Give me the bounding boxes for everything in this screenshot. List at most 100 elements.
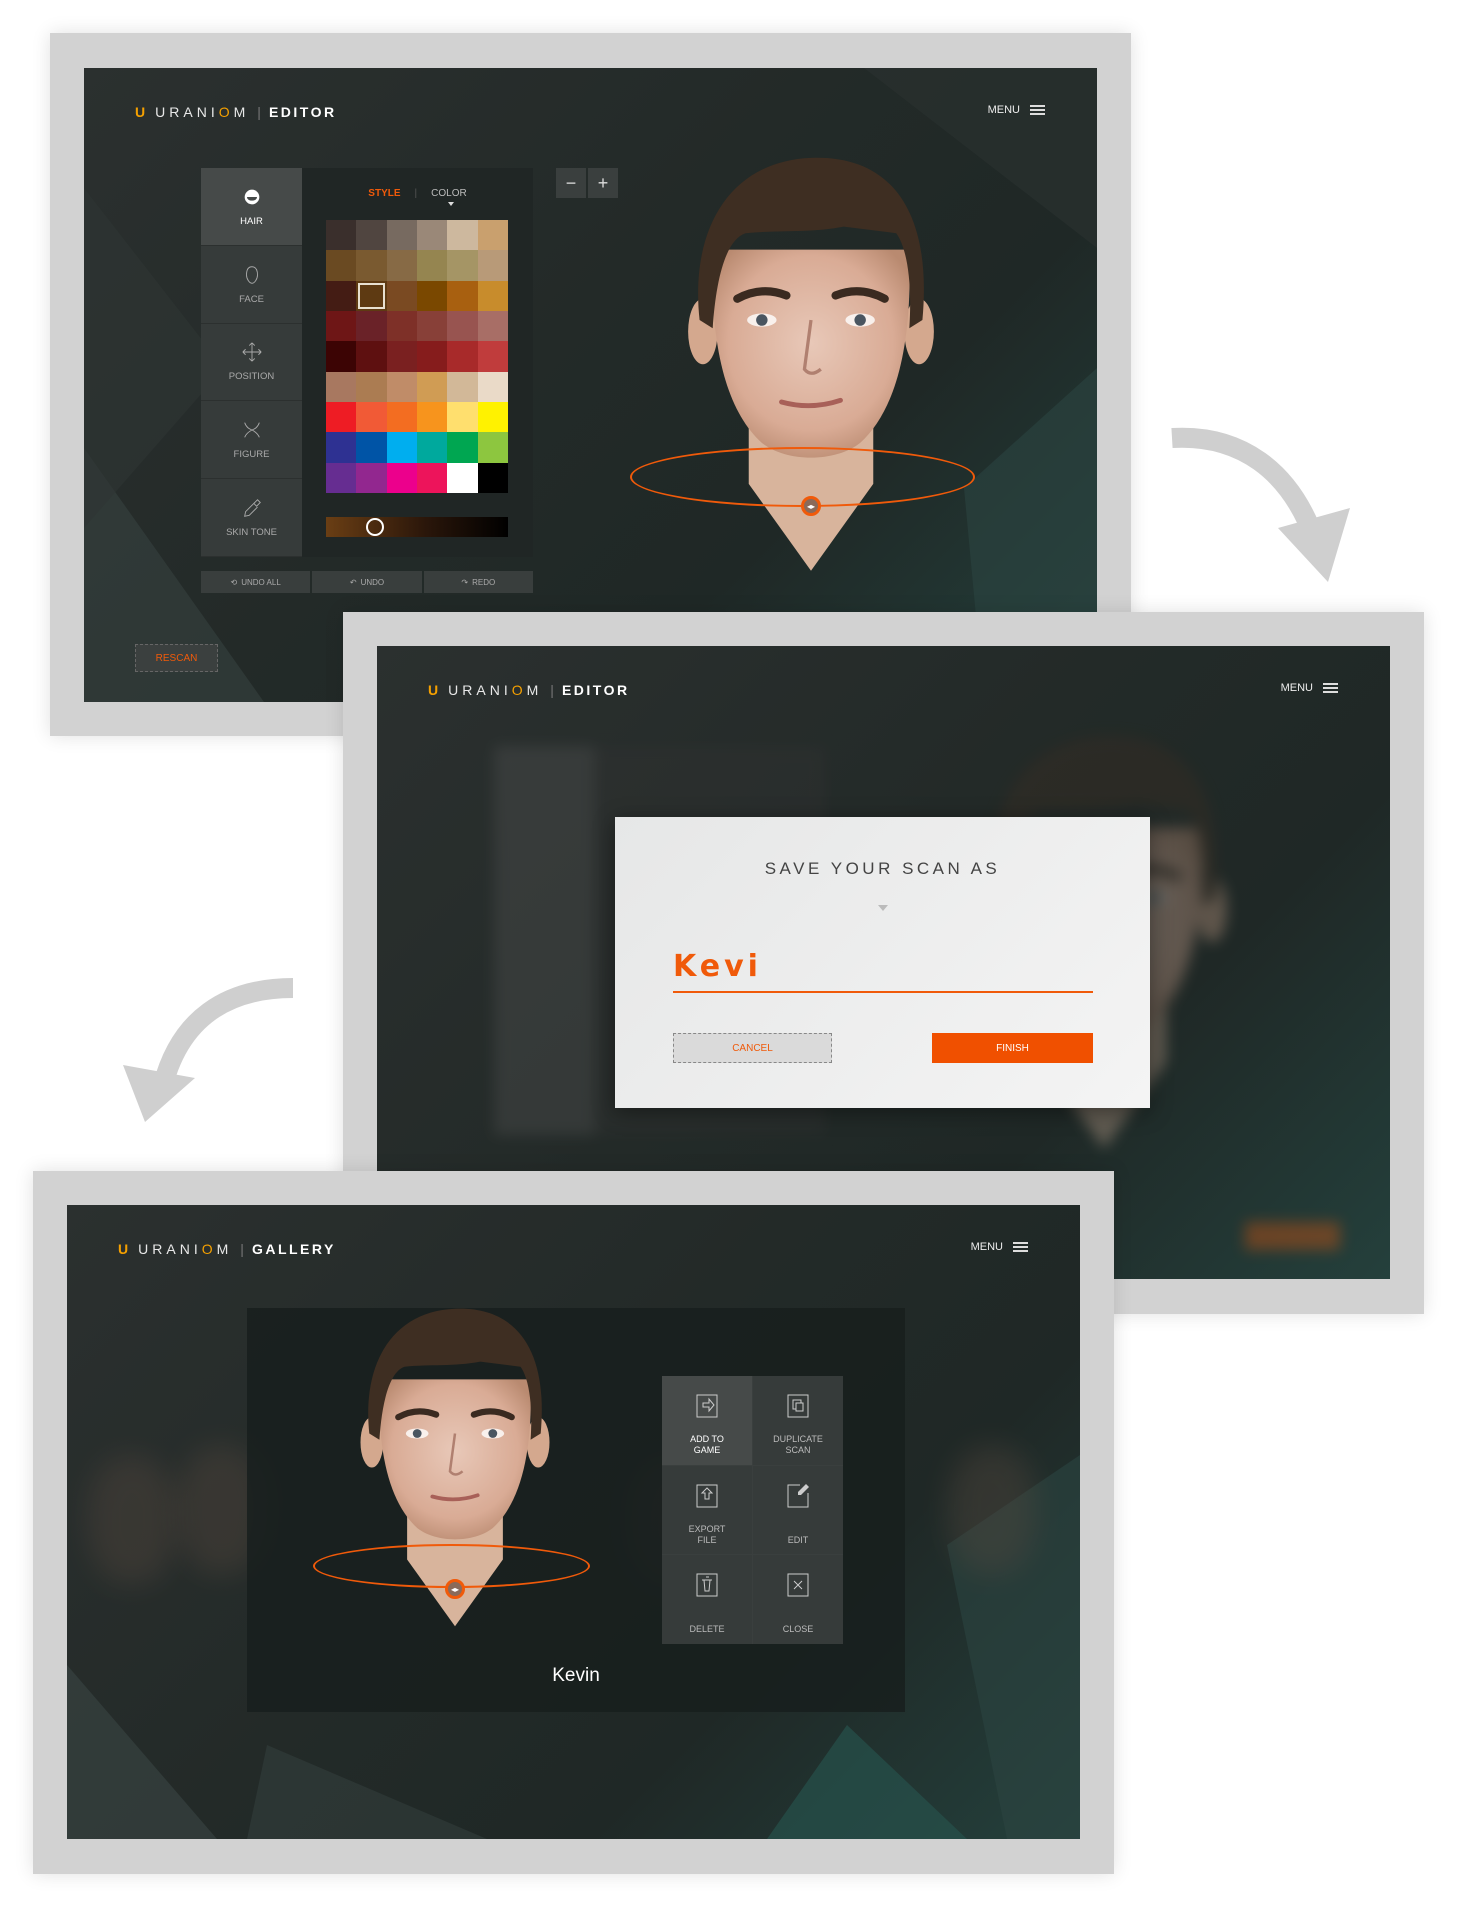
color-swatch[interactable]	[447, 402, 478, 433]
add-to-game-icon	[696, 1394, 718, 1418]
sidebar-item-figure[interactable]: FIGURE	[201, 401, 302, 480]
color-swatch[interactable]	[477, 371, 508, 402]
action-label: DUPLICATE SCAN	[773, 1434, 823, 1455]
rotate-handle[interactable]: ◂▸	[445, 1579, 465, 1599]
sidebar-item-hair[interactable]: HAIR	[201, 168, 302, 246]
color-swatch[interactable]	[386, 402, 417, 433]
finish-button[interactable]: FINISH	[932, 1033, 1093, 1063]
color-swatch[interactable]	[356, 250, 387, 281]
tab-color[interactable]: COLOR	[431, 188, 467, 199]
menu-button[interactable]: MENU	[971, 1241, 1028, 1253]
color-swatch[interactable]	[356, 280, 387, 311]
color-swatch[interactable]	[447, 371, 478, 402]
color-swatch[interactable]	[417, 220, 448, 251]
scan-name-input[interactable]	[673, 941, 1093, 993]
zoom-out-button[interactable]: −	[556, 168, 586, 198]
color-swatch[interactable]	[477, 250, 508, 281]
color-swatch[interactable]	[417, 250, 448, 281]
color-swatch[interactable]	[356, 371, 387, 402]
undo-all-button[interactable]: ⟲ UNDO ALL	[201, 571, 311, 593]
duplicate-scan-button[interactable]: DUPLICATE SCAN	[753, 1376, 843, 1465]
color-swatch[interactable]	[386, 280, 417, 311]
color-swatch[interactable]	[417, 462, 448, 493]
sidebar-item-skin-tone[interactable]: SKIN TONE	[201, 479, 302, 557]
color-swatch[interactable]	[447, 250, 478, 281]
color-swatch[interactable]	[447, 341, 478, 372]
sidebar-item-position[interactable]: POSITION	[201, 324, 302, 402]
undo-button[interactable]: ↶ UNDO	[312, 571, 422, 593]
rotate-handle[interactable]: ◂▸	[801, 496, 821, 516]
color-swatch[interactable]	[386, 462, 417, 493]
sidebar-item-face[interactable]: FACE	[201, 246, 302, 324]
color-swatch[interactable]	[447, 311, 478, 342]
color-swatch[interactable]	[386, 220, 417, 251]
color-swatch[interactable]	[356, 432, 387, 463]
export-file-button[interactable]: EXPORT FILE	[662, 1465, 752, 1555]
color-swatch[interactable]	[417, 432, 448, 463]
color-swatch[interactable]	[386, 311, 417, 342]
color-swatch[interactable]	[386, 341, 417, 372]
color-swatch[interactable]	[356, 311, 387, 342]
flow-arrow-icon	[1171, 427, 1350, 582]
color-swatch[interactable]	[386, 432, 417, 463]
close-button[interactable]: CLOSE	[753, 1555, 843, 1644]
rotation-ring[interactable]	[630, 447, 975, 507]
color-swatch[interactable]	[386, 371, 417, 402]
color-swatch[interactable]	[447, 280, 478, 311]
color-swatch[interactable]	[477, 462, 508, 493]
color-swatch[interactable]	[417, 402, 448, 433]
color-swatch[interactable]	[477, 402, 508, 433]
color-swatch[interactable]	[477, 432, 508, 463]
color-swatch[interactable]	[447, 432, 478, 463]
color-swatch[interactable]	[477, 220, 508, 251]
save-scan-dialog: SAVE YOUR SCAN AS CANCEL FINISH	[615, 817, 1150, 1108]
color-swatch[interactable]	[326, 462, 357, 493]
menu-label: MENU	[987, 104, 1020, 116]
tab-style[interactable]: STYLE	[368, 188, 400, 199]
color-swatch[interactable]	[447, 462, 478, 493]
color-swatch[interactable]	[326, 280, 357, 311]
color-swatch[interactable]	[417, 280, 448, 311]
color-swatch[interactable]	[356, 341, 387, 372]
color-swatch[interactable]	[447, 220, 478, 251]
color-swatch[interactable]	[477, 311, 508, 342]
caret-down-icon	[878, 905, 888, 911]
editor-screen: U URANIOM | EDITOR MENU HAIR FACE POSITION FIG…	[84, 68, 1097, 702]
swatch-grid	[326, 220, 508, 493]
shade-slider[interactable]	[326, 517, 508, 537]
color-swatch[interactable]	[326, 341, 357, 372]
color-swatch[interactable]	[477, 341, 508, 372]
menu-label: MENU	[1280, 682, 1313, 694]
color-swatch[interactable]	[477, 280, 508, 311]
color-swatch[interactable]	[326, 432, 357, 463]
app-logo: U URANIOM | GALLERY	[118, 1241, 336, 1257]
cancel-button[interactable]: CANCEL	[673, 1033, 832, 1063]
color-swatch[interactable]	[417, 311, 448, 342]
slider-knob[interactable]	[366, 518, 385, 536]
sidebar-item-label: HAIR	[240, 215, 263, 227]
color-swatch[interactable]	[326, 311, 357, 342]
color-swatch[interactable]	[326, 220, 357, 251]
redo-button[interactable]: ↷ REDO	[423, 571, 533, 593]
color-swatch[interactable]	[326, 371, 357, 402]
color-swatch[interactable]	[356, 402, 387, 433]
color-swatch[interactable]	[417, 371, 448, 402]
color-swatch[interactable]	[326, 402, 357, 433]
scan-name: Kevin	[552, 1665, 600, 1686]
color-swatch[interactable]	[326, 250, 357, 281]
zoom-in-button[interactable]: +	[588, 168, 618, 198]
color-swatch[interactable]	[356, 220, 387, 251]
add-to-game-button[interactable]: ADD TO GAME	[662, 1376, 752, 1465]
hamburger-icon	[1030, 105, 1045, 115]
color-swatch[interactable]	[356, 462, 387, 493]
menu-button[interactable]: MENU	[1281, 682, 1338, 694]
delete-button[interactable]: DELETE	[662, 1555, 752, 1644]
color-swatch[interactable]	[417, 341, 448, 372]
edit-button[interactable]: EDIT	[753, 1465, 843, 1555]
color-swatch[interactable]	[386, 250, 417, 281]
eyedropper-icon	[243, 499, 261, 517]
flow-arrow-icon	[123, 978, 294, 1122]
rescan-button[interactable]: RESCAN	[135, 644, 218, 672]
menu-button[interactable]: MENU	[988, 104, 1045, 116]
edit-icon	[787, 1483, 809, 1508]
